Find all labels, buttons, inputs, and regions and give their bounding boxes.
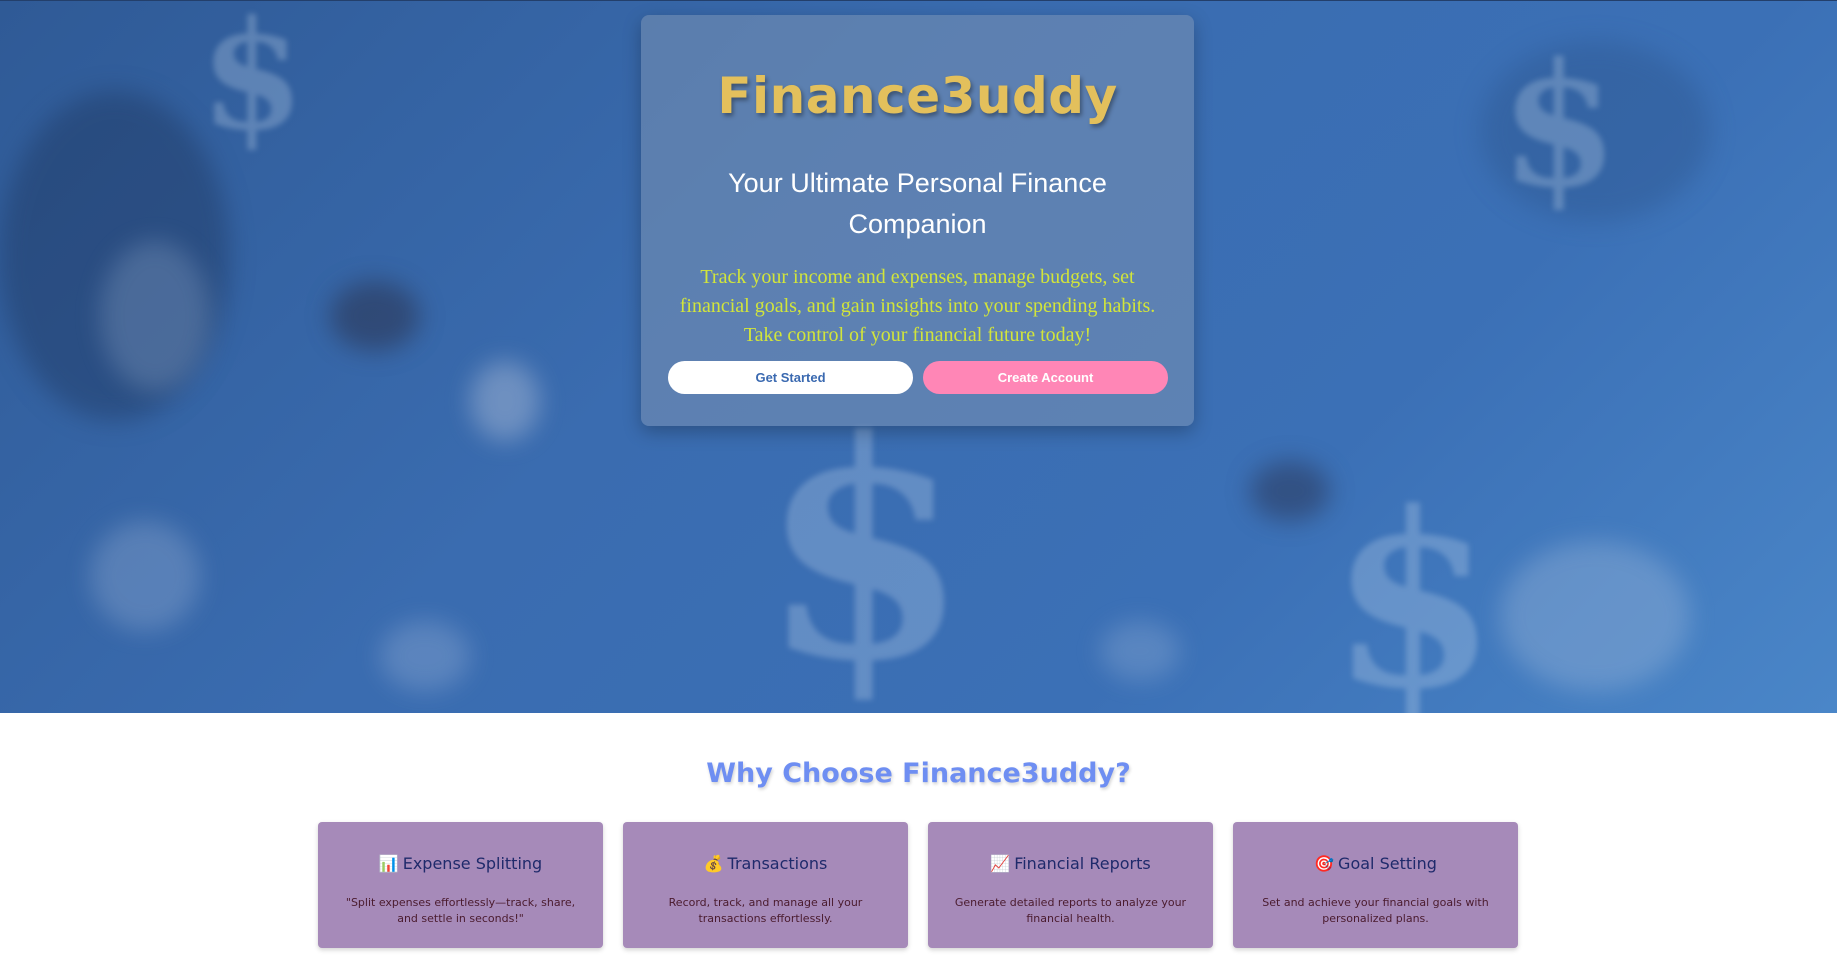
background-bokeh (1100, 621, 1180, 681)
background-bokeh (330, 281, 420, 351)
feature-description: Set and achieve your financial goals wit… (1262, 896, 1489, 925)
feature-description: "Split expenses effortlessly—track, shar… (345, 896, 576, 925)
feature-description: Record, track, and manage all your trans… (668, 896, 863, 925)
feature-title: 💰 Transactions (623, 854, 908, 873)
feature-card-transactions: 💰 Transactions Record, track, and manage … (623, 822, 908, 948)
features-section: Why Choose Finance3uddy? 📊 Expense Splitt… (0, 713, 1837, 962)
background-bokeh (1250, 461, 1330, 521)
hero-section: $ $ $ $ Finance3uddy Your Ultimate Perso… (0, 0, 1837, 713)
feature-card-expense-splitting: 📊 Expense Splitting "Split expenses effor… (318, 822, 603, 948)
background-bokeh (470, 361, 540, 441)
feature-title-text: Transactions (727, 854, 828, 873)
hero-card: Finance3uddy Your Ultimate Personal Fina… (641, 15, 1194, 426)
money-bag-icon: 💰 (703, 854, 724, 873)
feature-card-financial-reports: 📈 Financial Reports Generate detailed rep… (928, 822, 1213, 948)
background-bokeh (0, 91, 230, 421)
bar-chart-icon: 📊 (378, 854, 399, 873)
feature-title-text: Goal Setting (1338, 854, 1437, 873)
target-icon: 🎯 (1314, 854, 1335, 873)
dollar-sign-decoration: $ (200, 0, 305, 164)
background-bokeh (90, 521, 200, 631)
dollar-sign-decoration: $ (760, 374, 969, 713)
chart-increasing-icon: 📈 (990, 854, 1011, 873)
create-account-button[interactable]: Create Account (923, 361, 1168, 394)
background-bokeh (1500, 541, 1690, 691)
hero-subtitle: Your Ultimate Personal Finance Companion (728, 168, 1107, 239)
brand-title: Finance3uddy (717, 67, 1118, 125)
feature-description: Generate detailed reports to analyze you… (954, 896, 1187, 925)
feature-card-goal-setting: 🎯 Goal Setting Set and achieve your finan… (1233, 822, 1518, 948)
background-bokeh (100, 241, 210, 391)
feature-title: 📈 Financial Reports (928, 854, 1213, 873)
dollar-sign-decoration: $ (1330, 460, 1497, 713)
get-started-button[interactable]: Get Started (668, 361, 913, 394)
features-heading: Why Choose Finance3uddy? (706, 758, 1131, 789)
feature-title-text: Financial Reports (1014, 854, 1151, 873)
hero-description: Track your income and expenses, manage b… (679, 266, 1156, 346)
dollar-sign-decoration: $ (1500, 26, 1619, 226)
background-bokeh (380, 621, 470, 691)
feature-title-text: Expense Splitting (402, 854, 543, 873)
feature-title: 🎯 Goal Setting (1233, 854, 1518, 873)
feature-title: 📊 Expense Splitting (318, 854, 603, 873)
